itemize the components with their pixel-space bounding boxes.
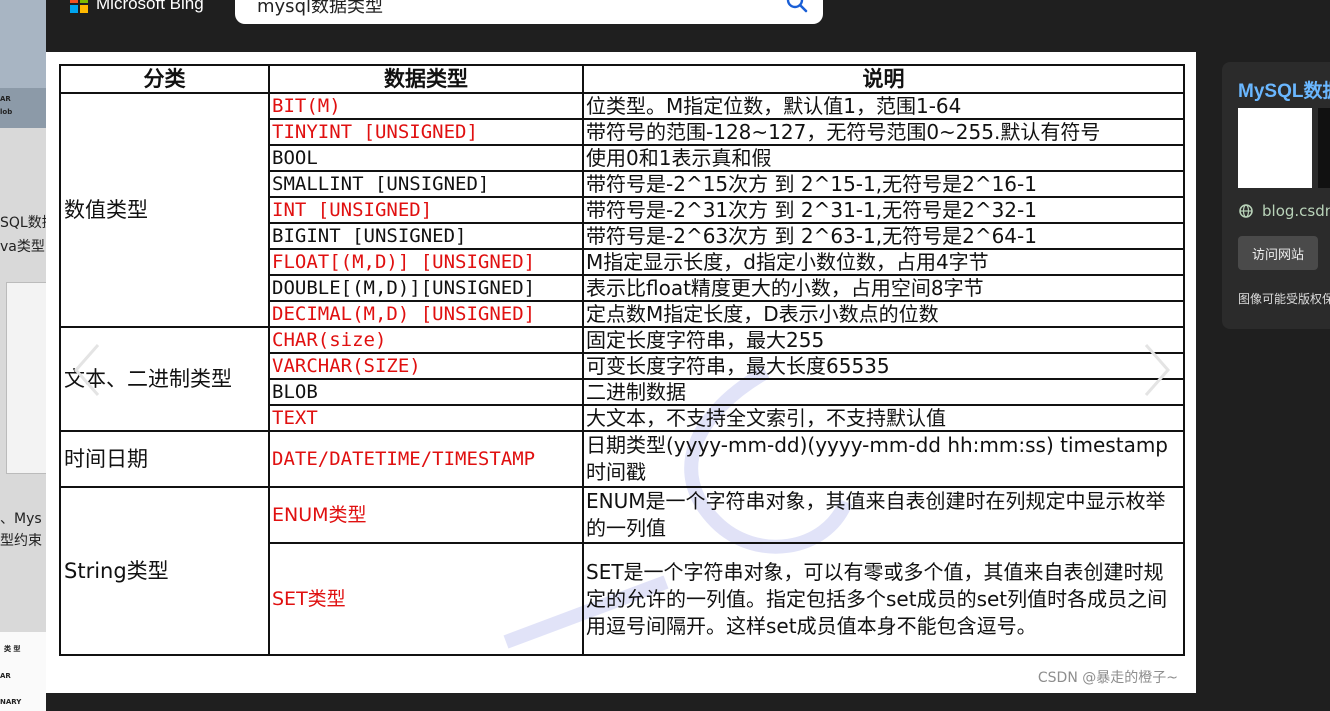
type-cell: CHAR(size) — [268, 326, 584, 354]
left-strip-text: AR — [0, 672, 11, 680]
desc-cell: SET是一个字符串对象，可以有零或多个值，其值来自表创建时规定的允许的一列值。指… — [582, 542, 1185, 656]
data-types-table: 分类 数据类型 说明 数值类型 BIT(M) 位类型。M指定位数，默认值1，范围… — [59, 64, 1185, 656]
type-cell: ENUM类型 — [268, 486, 584, 544]
desc-cell: 大文本，不支持全文索引，不支持默认值 — [582, 404, 1185, 432]
brand-name: Microsoft Bing — [96, 0, 204, 13]
desc-cell: 二进制数据 — [582, 378, 1185, 406]
desc-cell: 带符号是-2^31次方 到 2^31-1,无符号是2^32-1 — [582, 196, 1185, 224]
type-cell: SMALLINT [UNSIGNED] — [268, 170, 584, 198]
left-results-strip[interactable]: AR lob SQL数据 va类型 、Mys 型约束 类 型 AR NARY — [0, 0, 46, 711]
copyright-note: 图像可能受版权保护 — [1238, 292, 1330, 306]
desc-cell: 定点数M指定长度，D表示小数点的位数 — [582, 300, 1185, 328]
desc-cell: 固定长度字符串，最大255 — [582, 326, 1185, 354]
header-desc: 说明 — [582, 64, 1185, 94]
desc-cell: ENUM是一个字符串对象，其值来自表创建时在列规定中显示枚举的一列值 — [582, 486, 1185, 544]
desc-cell: 位类型。M指定位数，默认值1，范围1-64 — [582, 92, 1185, 120]
csdn-watermark: CSDN @暴走的橙子~ — [1037, 670, 1178, 686]
type-cell: FLOAT[(M,D)] [UNSIGNED] — [268, 248, 584, 276]
desc-cell: 表示比float精度更大的小数，占用空间8字节 — [582, 274, 1185, 302]
search-input[interactable] — [257, 0, 757, 20]
source-site[interactable]: blog.csdn.net — [1238, 202, 1330, 220]
type-cell: BOOL — [268, 144, 584, 172]
microsoft-logo-icon — [70, 0, 88, 13]
desc-cell: 带符号的范围-128~127，无符号范围0~255.默认有符号 — [582, 118, 1185, 146]
left-strip-text: NARY — [0, 698, 22, 706]
previous-image-arrow-icon[interactable] — [68, 340, 108, 400]
left-strip-text: AR — [0, 95, 11, 103]
desc-cell: 日期类型(yyyy-mm-dd)(yyyy-mm-dd hh:mm:ss) ti… — [582, 430, 1185, 488]
preview-image: 分类 数据类型 说明 数值类型 BIT(M) 位类型。M指定位数，默认值1，范围… — [46, 52, 1196, 693]
search-icon[interactable] — [785, 0, 809, 14]
desc-cell: 带符号是-2^15次方 到 2^15-1,无符号是2^16-1 — [582, 170, 1185, 198]
source-thumb[interactable] — [1238, 108, 1312, 188]
left-strip-text: 、Mys — [0, 511, 42, 527]
visit-site-button[interactable]: 访问网站 — [1238, 236, 1318, 270]
type-cell: VARCHAR(SIZE) — [268, 352, 584, 380]
source-thumb[interactable] — [1318, 108, 1330, 188]
type-cell: DECIMAL(M,D) [UNSIGNED] — [268, 300, 584, 328]
header-type: 数据类型 — [268, 64, 584, 94]
type-cell: BLOB — [268, 378, 584, 406]
search-box[interactable] — [235, 0, 823, 24]
next-image-arrow-icon[interactable] — [1136, 340, 1176, 400]
category-cell: 时间日期 — [59, 430, 270, 488]
category-cell: 数值类型 — [59, 92, 270, 328]
left-strip-text: lob — [0, 108, 13, 116]
type-cell: DOUBLE[(M,D)][UNSIGNED] — [268, 274, 584, 302]
left-strip-text: 类 型 — [4, 645, 21, 653]
left-strip-text: 型约束 — [0, 533, 42, 549]
type-cell: TEXT — [268, 404, 584, 432]
left-thumb-image[interactable] — [6, 282, 46, 474]
desc-cell: 带符号是-2^63次方 到 2^63-1,无符号是2^64-1 — [582, 222, 1185, 250]
desc-cell: 可变长度字符串，最大长度65535 — [582, 352, 1185, 380]
left-strip-text: va类型 — [0, 239, 45, 255]
type-cell: INT [UNSIGNED] — [268, 196, 584, 224]
source-card: MySQL数据类型 blog.csdn.net 访问网站 图像可能受版权保护 — [1222, 62, 1330, 329]
source-title[interactable]: MySQL数据类型 — [1238, 76, 1330, 103]
type-cell: BIT(M) — [268, 92, 584, 120]
left-thumb-top — [0, 0, 46, 88]
desc-cell: M指定显示长度，d指定小数位数，占用4字节 — [582, 248, 1185, 276]
type-cell: SET类型 — [268, 542, 584, 656]
bing-brand[interactable]: Microsoft Bing — [70, 0, 204, 15]
globe-icon — [1239, 204, 1253, 218]
left-thumb-bottom[interactable]: 类 型 AR NARY — [0, 632, 46, 711]
desc-cell: 使用0和1表示真和假 — [582, 144, 1185, 172]
type-cell: BIGINT [UNSIGNED] — [268, 222, 584, 250]
left-strip-text: SQL数据 — [0, 215, 46, 231]
source-site-name: blog.csdn.net — [1262, 202, 1330, 220]
type-cell: TINYINT [UNSIGNED] — [268, 118, 584, 146]
type-cell: DATE/DATETIME/TIMESTAMP — [268, 430, 584, 488]
header-category: 分类 — [59, 64, 270, 94]
category-cell: String类型 — [59, 486, 270, 656]
